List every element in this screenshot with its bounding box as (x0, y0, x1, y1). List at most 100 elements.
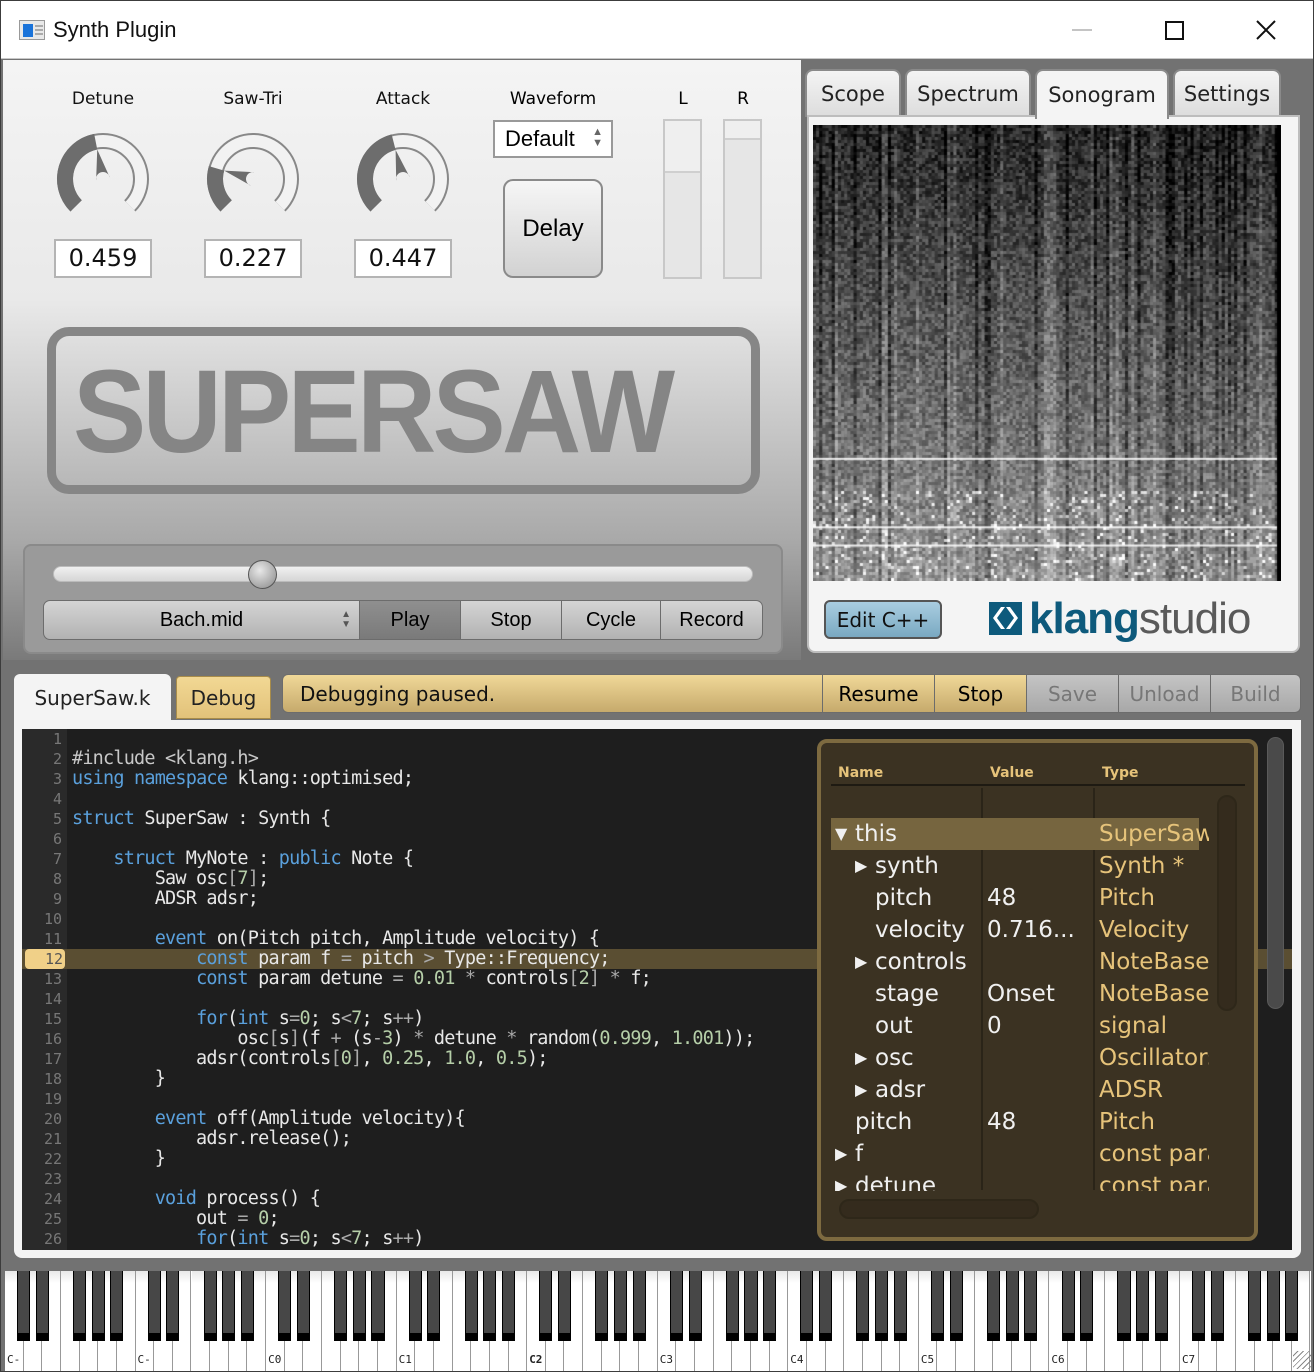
black-key[interactable] (1024, 1271, 1038, 1341)
black-key[interactable] (669, 1271, 683, 1341)
black-key[interactable] (502, 1271, 516, 1341)
saw-tri-knob[interactable] (203, 131, 303, 231)
black-key[interactable] (278, 1271, 292, 1341)
black-key[interactable] (203, 1271, 217, 1341)
tab-sonogram[interactable]: Sonogram (1035, 69, 1169, 119)
watch-row[interactable]: stage Onset NoteBase (831, 978, 1209, 1010)
black-key[interactable] (1285, 1271, 1299, 1341)
expanded-triangle-icon[interactable]: ▼ (835, 818, 847, 850)
black-key[interactable] (1080, 1271, 1094, 1341)
black-key[interactable] (427, 1271, 441, 1341)
black-key[interactable] (334, 1271, 348, 1341)
edit-cpp-button[interactable]: Edit C++ (824, 600, 942, 639)
watch-row[interactable]: out 0 signal (831, 1010, 1199, 1042)
collapsed-triangle-icon[interactable]: ▶ (835, 1170, 847, 1191)
resume-button[interactable]: Resume (822, 675, 934, 712)
line-number[interactable]: 16 (22, 1029, 64, 1049)
resize-grip-icon[interactable] (1293, 1351, 1311, 1369)
black-key[interactable] (296, 1271, 310, 1341)
black-key[interactable] (147, 1271, 161, 1341)
black-key[interactable] (986, 1271, 1000, 1341)
line-number[interactable]: 15 (22, 1009, 64, 1029)
detune-knob[interactable] (53, 131, 153, 231)
black-key[interactable] (464, 1271, 478, 1341)
line-number[interactable]: 13 (22, 969, 64, 989)
watch-row[interactable]: ▶ detune const param (831, 1170, 1209, 1191)
line-number[interactable]: 23 (22, 1169, 64, 1189)
watch-horizontal-scrollbar[interactable] (839, 1199, 1039, 1219)
line-number[interactable]: 21 (22, 1129, 64, 1149)
collapsed-triangle-icon[interactable]: ▶ (855, 946, 867, 978)
black-key[interactable] (875, 1271, 889, 1341)
black-key[interactable] (110, 1271, 124, 1341)
detune-value[interactable]: 0.459 (54, 239, 152, 278)
collapsed-triangle-icon[interactable]: ▶ (855, 850, 867, 882)
black-key[interactable] (949, 1271, 963, 1341)
watch-row[interactable]: velocity 0.716... Velocity (831, 914, 1199, 946)
black-key[interactable] (73, 1271, 87, 1341)
delay-button[interactable]: Delay (503, 179, 603, 278)
black-key[interactable] (1154, 1271, 1168, 1341)
line-number[interactable]: 19 (22, 1089, 64, 1109)
playback-position-slider[interactable] (53, 566, 753, 582)
black-key[interactable] (91, 1271, 105, 1341)
maximize-button[interactable] (1151, 9, 1197, 51)
watch-row[interactable]: ▶ osc Oscillators (831, 1042, 1209, 1074)
record-button[interactable]: Record (660, 601, 762, 639)
black-key[interactable] (1117, 1271, 1131, 1341)
black-key[interactable] (856, 1271, 870, 1341)
attack-knob[interactable] (353, 131, 453, 231)
black-key[interactable] (1061, 1271, 1075, 1341)
editor-vertical-scrollbar[interactable] (1267, 737, 1284, 1009)
line-number[interactable]: 17 (22, 1049, 64, 1069)
black-key[interactable] (930, 1271, 945, 1341)
line-number[interactable]: 1 (22, 729, 64, 749)
playback-position-thumb[interactable] (247, 560, 277, 589)
line-number[interactable]: 5 (22, 809, 64, 829)
black-key[interactable] (17, 1271, 31, 1341)
line-number[interactable]: 11 (22, 929, 64, 949)
line-number[interactable]: 7 (22, 849, 64, 869)
line-number[interactable]: 10 (22, 909, 64, 929)
line-number[interactable]: 14 (22, 989, 64, 1009)
midi-file-select[interactable]: Bach.mid ▲ ▼ (44, 601, 359, 639)
black-key[interactable] (725, 1271, 739, 1341)
line-number[interactable]: 25 (22, 1209, 64, 1229)
tab-spectrum[interactable]: Spectrum (905, 69, 1031, 117)
watch-row[interactable]: ▶ adsr ADSR (831, 1074, 1199, 1106)
attack-value[interactable]: 0.447 (354, 239, 452, 278)
debug-stop-button[interactable]: Stop (934, 675, 1026, 712)
close-button[interactable] (1243, 9, 1289, 51)
black-key[interactable] (613, 1271, 627, 1341)
save-button[interactable]: Save (1026, 675, 1118, 712)
black-key[interactable] (35, 1271, 49, 1341)
collapsed-triangle-icon[interactable]: ▶ (855, 1042, 867, 1074)
black-key[interactable] (352, 1271, 366, 1341)
minimize-button[interactable] (1059, 9, 1105, 51)
play-button[interactable]: Play (359, 601, 460, 639)
line-number[interactable]: 18 (22, 1069, 64, 1089)
waveform-select[interactable]: Default ▲ ▼ (493, 120, 613, 158)
cycle-button[interactable]: Cycle (561, 601, 660, 639)
piano-keyboard[interactable]: C- C- C0 C1 C2 C3 C4 C5 C6 C7 (5, 1271, 1311, 1371)
tab-supersaw-k[interactable]: SuperSaw.k (14, 674, 171, 721)
watch-row[interactable]: pitch 48 Pitch (831, 882, 1199, 914)
line-number[interactable]: 4 (22, 789, 64, 809)
black-key[interactable] (1192, 1271, 1206, 1341)
watch-row[interactable]: ▶ synth Synth * (831, 850, 1199, 882)
watch-vertical-scrollbar[interactable] (1217, 795, 1237, 1011)
line-number[interactable]: 3 (22, 769, 64, 789)
black-key[interactable] (1005, 1271, 1019, 1341)
watch-row[interactable]: pitch 48 Pitch (831, 1106, 1199, 1138)
line-number[interactable]: 22 (22, 1149, 64, 1169)
black-key[interactable] (408, 1271, 422, 1341)
saw-tri-value[interactable]: 0.227 (204, 239, 302, 278)
tab-scope[interactable]: Scope (805, 69, 901, 117)
black-key[interactable] (819, 1271, 833, 1341)
collapsed-triangle-icon[interactable]: ▶ (835, 1138, 847, 1170)
line-number[interactable]: 12 (25, 949, 65, 969)
black-key[interactable] (371, 1271, 385, 1341)
black-key[interactable] (166, 1271, 180, 1341)
black-key[interactable] (1136, 1271, 1150, 1341)
black-key[interactable] (1210, 1271, 1224, 1341)
